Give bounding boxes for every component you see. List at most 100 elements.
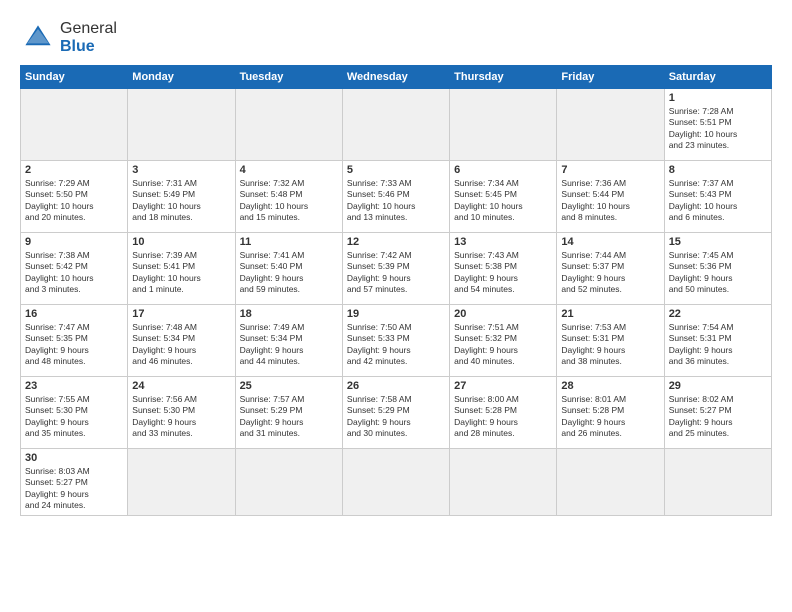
day-number: 19 (347, 308, 445, 320)
day-number: 16 (25, 308, 123, 320)
header-monday: Monday (128, 65, 235, 88)
table-cell: 7 Sunrise: 7:36 AM Sunset: 5:44 PM Daylig… (557, 160, 664, 232)
calendar-row: 16 Sunrise: 7:47 AM Sunset: 5:35 PM Dayli… (21, 304, 772, 376)
table-cell: 23Sunrise: 7:55 AM Sunset: 5:30 PM Dayli… (21, 376, 128, 448)
table-cell (128, 88, 235, 160)
day-info: Sunrise: 7:45 AM Sunset: 5:36 PM Dayligh… (669, 250, 767, 296)
day-info: Sunrise: 7:41 AM Sunset: 5:40 PM Dayligh… (240, 250, 338, 296)
header-wednesday: Wednesday (342, 65, 449, 88)
table-cell: 13Sunrise: 7:43 AM Sunset: 5:38 PM Dayli… (450, 232, 557, 304)
day-number: 11 (240, 236, 338, 248)
day-info: Sunrise: 7:56 AM Sunset: 5:30 PM Dayligh… (132, 394, 230, 440)
table-cell (235, 88, 342, 160)
logo-icon (20, 20, 56, 56)
day-number: 20 (454, 308, 552, 320)
day-info: Sunrise: 7:39 AM Sunset: 5:41 PM Dayligh… (132, 250, 230, 296)
table-cell: 20 Sunrise: 7:51 AM Sunset: 5:32 PM Dayli… (450, 304, 557, 376)
day-number: 14 (561, 236, 659, 248)
calendar-row: 2 Sunrise: 7:29 AM Sunset: 5:50 PM Daylig… (21, 160, 772, 232)
day-info: Sunrise: 7:29 AM Sunset: 5:50 PM Dayligh… (25, 178, 123, 224)
day-number: 26 (347, 380, 445, 392)
day-number: 27 (454, 380, 552, 392)
calendar-row: 23Sunrise: 7:55 AM Sunset: 5:30 PM Dayli… (21, 376, 772, 448)
table-cell: 19Sunrise: 7:50 AM Sunset: 5:33 PM Dayli… (342, 304, 449, 376)
day-number: 6 (454, 164, 552, 176)
header-row: Sunday Monday Tuesday Wednesday Thursday… (21, 65, 772, 88)
day-info: Sunrise: 7:54 AM Sunset: 5:31 PM Dayligh… (669, 322, 767, 368)
table-cell: 24Sunrise: 7:56 AM Sunset: 5:30 PM Dayli… (128, 376, 235, 448)
table-cell (557, 448, 664, 515)
table-cell (664, 448, 771, 515)
table-cell: 22 Sunrise: 7:54 AM Sunset: 5:31 PM Dayli… (664, 304, 771, 376)
day-info: Sunrise: 7:43 AM Sunset: 5:38 PM Dayligh… (454, 250, 552, 296)
calendar-page: General Blue Sunday Monday Tuesday Wedne… (0, 0, 792, 612)
table-cell: 2 Sunrise: 7:29 AM Sunset: 5:50 PM Daylig… (21, 160, 128, 232)
day-number: 7 (561, 164, 659, 176)
table-cell: 30 Sunrise: 8:03 AM Sunset: 5:27 PM Dayli… (21, 448, 128, 515)
table-cell (342, 448, 449, 515)
day-number: 18 (240, 308, 338, 320)
table-cell (128, 448, 235, 515)
logo-text: General Blue (60, 20, 117, 57)
header-tuesday: Tuesday (235, 65, 342, 88)
table-cell: 3Sunrise: 7:31 AM Sunset: 5:49 PM Daylig… (128, 160, 235, 232)
header: General Blue (20, 16, 772, 57)
day-number: 8 (669, 164, 767, 176)
day-number: 9 (25, 236, 123, 248)
table-cell: 8 Sunrise: 7:37 AM Sunset: 5:43 PM Daylig… (664, 160, 771, 232)
day-number: 21 (561, 308, 659, 320)
table-cell: 14Sunrise: 7:44 AM Sunset: 5:37 PM Dayli… (557, 232, 664, 304)
table-cell: 29Sunrise: 8:02 AM Sunset: 5:27 PM Dayli… (664, 376, 771, 448)
header-friday: Friday (557, 65, 664, 88)
day-info: Sunrise: 7:53 AM Sunset: 5:31 PM Dayligh… (561, 322, 659, 368)
day-info: Sunrise: 7:28 AM Sunset: 5:51 PM Dayligh… (669, 106, 767, 152)
table-cell: 5Sunrise: 7:33 AM Sunset: 5:46 PM Daylig… (342, 160, 449, 232)
calendar-row: 1 Sunrise: 7:28 AM Sunset: 5:51 PM Daylig… (21, 88, 772, 160)
table-cell: 16 Sunrise: 7:47 AM Sunset: 5:35 PM Dayli… (21, 304, 128, 376)
table-cell: 6Sunrise: 7:34 AM Sunset: 5:45 PM Daylig… (450, 160, 557, 232)
calendar-row: 9 Sunrise: 7:38 AM Sunset: 5:42 PM Daylig… (21, 232, 772, 304)
header-thursday: Thursday (450, 65, 557, 88)
day-number: 28 (561, 380, 659, 392)
day-info: Sunrise: 8:01 AM Sunset: 5:28 PM Dayligh… (561, 394, 659, 440)
table-cell: 15Sunrise: 7:45 AM Sunset: 5:36 PM Dayli… (664, 232, 771, 304)
table-cell (21, 88, 128, 160)
day-number: 10 (132, 236, 230, 248)
table-cell: 11 Sunrise: 7:41 AM Sunset: 5:40 PM Dayli… (235, 232, 342, 304)
day-number: 2 (25, 164, 123, 176)
table-cell: 21 Sunrise: 7:53 AM Sunset: 5:31 PM Dayli… (557, 304, 664, 376)
day-info: Sunrise: 8:02 AM Sunset: 5:27 PM Dayligh… (669, 394, 767, 440)
calendar-row: 30 Sunrise: 8:03 AM Sunset: 5:27 PM Dayli… (21, 448, 772, 515)
day-info: Sunrise: 7:47 AM Sunset: 5:35 PM Dayligh… (25, 322, 123, 368)
day-info: Sunrise: 7:38 AM Sunset: 5:42 PM Dayligh… (25, 250, 123, 296)
day-number: 4 (240, 164, 338, 176)
day-number: 22 (669, 308, 767, 320)
day-info: Sunrise: 8:00 AM Sunset: 5:28 PM Dayligh… (454, 394, 552, 440)
table-cell: 4Sunrise: 7:32 AM Sunset: 5:48 PM Daylig… (235, 160, 342, 232)
table-cell: 1 Sunrise: 7:28 AM Sunset: 5:51 PM Daylig… (664, 88, 771, 160)
day-info: Sunrise: 7:58 AM Sunset: 5:29 PM Dayligh… (347, 394, 445, 440)
table-cell: 17Sunrise: 7:48 AM Sunset: 5:34 PM Dayli… (128, 304, 235, 376)
table-cell (557, 88, 664, 160)
day-number: 25 (240, 380, 338, 392)
day-info: Sunrise: 7:51 AM Sunset: 5:32 PM Dayligh… (454, 322, 552, 368)
day-info: Sunrise: 8:03 AM Sunset: 5:27 PM Dayligh… (25, 466, 123, 512)
calendar-table: Sunday Monday Tuesday Wednesday Thursday… (20, 65, 772, 516)
day-number: 1 (669, 92, 767, 104)
day-info: Sunrise: 7:49 AM Sunset: 5:34 PM Dayligh… (240, 322, 338, 368)
logo: General Blue (20, 20, 117, 57)
table-cell (342, 88, 449, 160)
day-info: Sunrise: 7:36 AM Sunset: 5:44 PM Dayligh… (561, 178, 659, 224)
day-number: 3 (132, 164, 230, 176)
table-cell: 9 Sunrise: 7:38 AM Sunset: 5:42 PM Daylig… (21, 232, 128, 304)
day-number: 17 (132, 308, 230, 320)
table-cell: 12 Sunrise: 7:42 AM Sunset: 5:39 PM Dayli… (342, 232, 449, 304)
header-sunday: Sunday (21, 65, 128, 88)
day-number: 12 (347, 236, 445, 248)
day-info: Sunrise: 7:42 AM Sunset: 5:39 PM Dayligh… (347, 250, 445, 296)
day-number: 23 (25, 380, 123, 392)
day-number: 30 (25, 452, 123, 464)
table-cell: 28 Sunrise: 8:01 AM Sunset: 5:28 PM Dayli… (557, 376, 664, 448)
table-cell (235, 448, 342, 515)
day-info: Sunrise: 7:37 AM Sunset: 5:43 PM Dayligh… (669, 178, 767, 224)
